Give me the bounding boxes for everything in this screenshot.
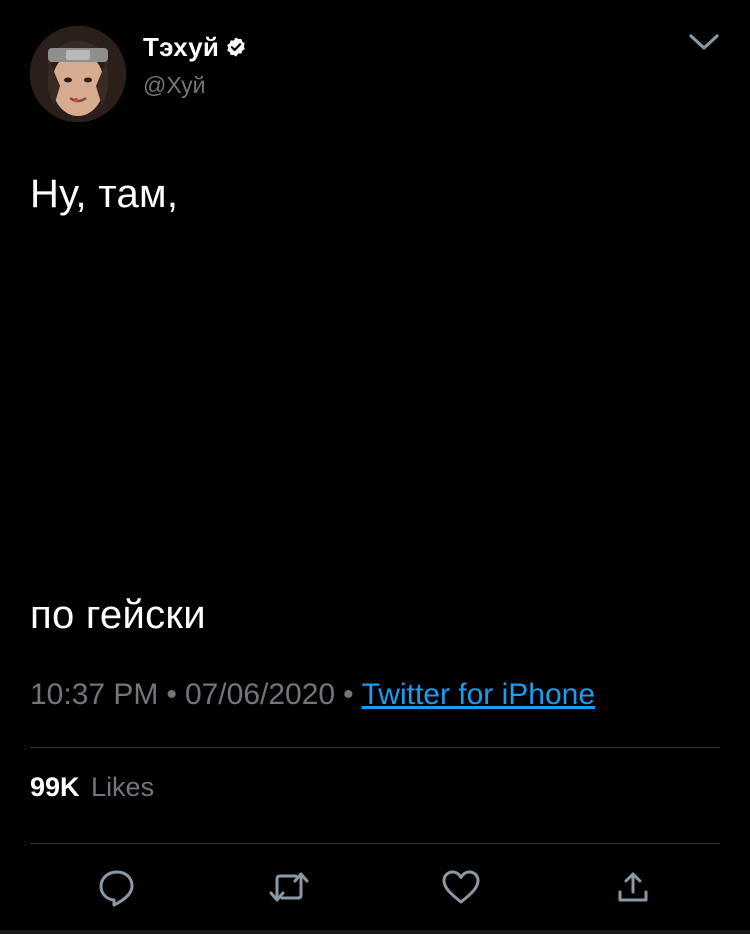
reply-icon[interactable] — [96, 866, 138, 908]
heart-icon[interactable] — [440, 866, 482, 908]
meta-separator: • — [166, 678, 177, 711]
tweet-meta: 10:37 PM • 07/06/2020 • Twitter for iPhone — [30, 678, 595, 712]
avatar-image — [30, 26, 126, 122]
likes-label: Likes — [91, 772, 155, 802]
meta-separator: • — [343, 678, 354, 711]
author-handle[interactable]: @Хуй — [143, 72, 247, 99]
source-link[interactable]: Twitter for iPhone — [362, 678, 595, 711]
verified-badge-icon — [227, 37, 245, 57]
display-name-row: Тэхуй — [143, 32, 247, 62]
bottom-edge — [0, 930, 750, 934]
author-names: Тэхуй @Хуй — [143, 32, 247, 99]
divider — [30, 843, 720, 844]
tweet-header: Тэхуй @Хуй — [30, 26, 720, 122]
avatar[interactable] — [30, 26, 126, 122]
tweet-text-line: Ну, там, — [30, 172, 179, 216]
tweet-date: 07/06/2020 — [184, 678, 336, 711]
retweet-icon[interactable] — [268, 866, 310, 908]
display-name[interactable]: Тэхуй — [143, 32, 219, 63]
chevron-down-icon[interactable] — [687, 28, 721, 56]
likes-stat[interactable]: 99K Likes — [30, 772, 154, 803]
tweet-time: 10:37 PM — [30, 678, 159, 711]
divider — [30, 747, 720, 748]
action-bar — [0, 866, 750, 908]
tweet-text-line: по гейски — [30, 593, 206, 637]
likes-count: 99K — [30, 772, 80, 802]
share-icon[interactable] — [612, 866, 654, 908]
